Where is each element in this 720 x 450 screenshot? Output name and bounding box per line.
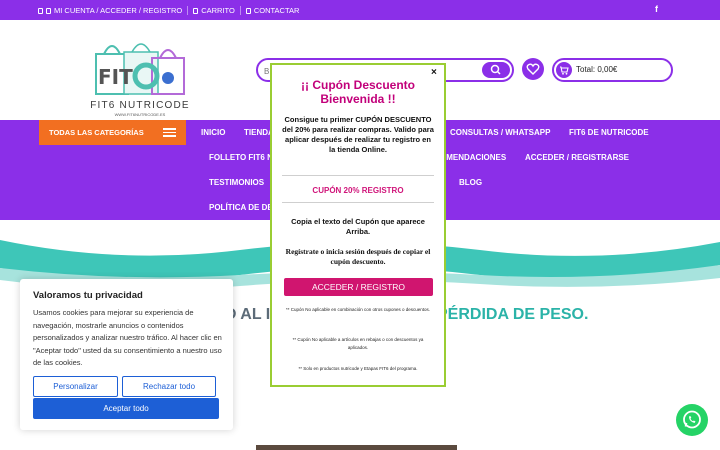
coupon-popup: × ¡¡ Cupón Descuento Bienvenida !! Consi…: [270, 63, 446, 387]
my-account-label: MI CUENTA / ACCEDER / REGISTRO: [54, 6, 183, 15]
heart-icon: [526, 63, 540, 75]
search-icon: [490, 64, 501, 75]
nav-item-acceder[interactable]: ACCEDER / REGISTRARSE: [525, 153, 629, 162]
nav-item-folleto[interactable]: FOLLETO FIT6 N: [209, 153, 273, 162]
cart-icon: [560, 66, 569, 75]
nav-item-blog[interactable]: BLOG: [459, 178, 482, 187]
close-icon[interactable]: ×: [431, 67, 437, 78]
popup-register-text: Regístrate o inicia sesión después de co…: [285, 247, 431, 266]
popup-divider-1: [282, 175, 434, 176]
reject-all-button[interactable]: Rechazar todo: [122, 376, 216, 397]
cart-button[interactable]: Total: 0,00€: [552, 58, 673, 82]
nav-item-recomendaciones[interactable]: OMENDACIONES: [440, 153, 506, 162]
cookie-title: Valoramos tu privacidad: [33, 290, 143, 301]
site-logo[interactable]: FIT FIT6 NUTRICODE WWW.FIT6NUTRICODE.ES: [88, 34, 192, 118]
customize-button[interactable]: Personalizar: [33, 376, 118, 397]
whatsapp-button[interactable]: [676, 404, 708, 436]
search-button[interactable]: [482, 62, 510, 78]
accept-all-button[interactable]: Aceptar todo: [33, 398, 219, 419]
popup-note-3: ** Solo en productos nutricode y Etapas …: [298, 366, 418, 371]
contact-link-label: CONTACTAR: [253, 6, 300, 15]
cookie-banner: Valoramos tu privacidad Usamos cookies p…: [20, 279, 233, 430]
logo-subtext: WWW.FIT6NUTRICODE.ES: [114, 112, 166, 117]
register-button[interactable]: ACCEDER / REGISTRO: [284, 278, 433, 296]
contact-link[interactable]: CONTACTAR: [239, 6, 305, 15]
user-icon-2: [46, 7, 51, 14]
popup-note-1: ** Cupón No aplicable en combinación con…: [285, 307, 431, 312]
mail-icon: [245, 7, 251, 14]
all-categories-button[interactable]: TODAS LAS CATEGORÍAS: [39, 120, 186, 145]
nav-item-fit6[interactable]: FIT6 DE NUTRICODE: [569, 128, 649, 137]
top-bar: MI CUENTA / ACCEDER / REGISTRO CARRITO C…: [0, 0, 720, 20]
coupon-code: CUPÓN 20% REGISTRO: [312, 186, 404, 195]
cookie-text: Usamos cookies para mejorar su experienc…: [33, 308, 222, 367]
wishlist-button[interactable]: [522, 58, 544, 80]
hamburger-icon: [163, 128, 176, 137]
nav-item-politica[interactable]: POLÍTICA DE DE: [209, 203, 273, 212]
hero-title-right: PÉRDIDA DE PESO.: [437, 306, 589, 323]
popup-copy-text: Copia el texto del Cupón que aparece Arr…: [291, 217, 425, 236]
user-icon: [38, 7, 43, 14]
nav-item-consultas[interactable]: CONSULTAS / WHATSAPP: [450, 128, 550, 137]
facebook-icon[interactable]: f: [655, 4, 658, 14]
popup-note-2: ** Cupón No aplicable a artículos en reb…: [292, 337, 424, 350]
logo-bags-graphic: FIT: [95, 43, 185, 95]
svg-text:FIT: FIT: [98, 65, 133, 89]
popup-intro: Consigue tu primer CUPÓN DESCUENTO del 2…: [282, 115, 434, 154]
popup-title: ¡¡ Cupón Descuento Bienvenida !!: [301, 78, 415, 106]
cart-link[interactable]: CARRITO: [187, 6, 240, 15]
cart-icon: [193, 7, 199, 14]
all-categories-label: TODAS LAS CATEGORÍAS: [49, 128, 144, 137]
logo-text: FIT6 NUTRICODE: [90, 100, 190, 111]
nav-item-inicio[interactable]: INICIO: [201, 128, 225, 137]
popup-divider-2: [282, 202, 434, 203]
cart-total: Total: 0,00€: [576, 65, 618, 74]
my-account-link[interactable]: MI CUENTA / ACCEDER / REGISTRO: [38, 6, 187, 15]
top-links: MI CUENTA / ACCEDER / REGISTRO CARRITO C…: [38, 6, 304, 15]
hero-image: [256, 445, 457, 450]
cart-icon-circle: [556, 62, 572, 78]
whatsapp-icon: [683, 410, 701, 429]
cart-link-label: CARRITO: [201, 6, 235, 15]
nav-item-testimonios[interactable]: TESTIMONIOS: [209, 178, 264, 187]
